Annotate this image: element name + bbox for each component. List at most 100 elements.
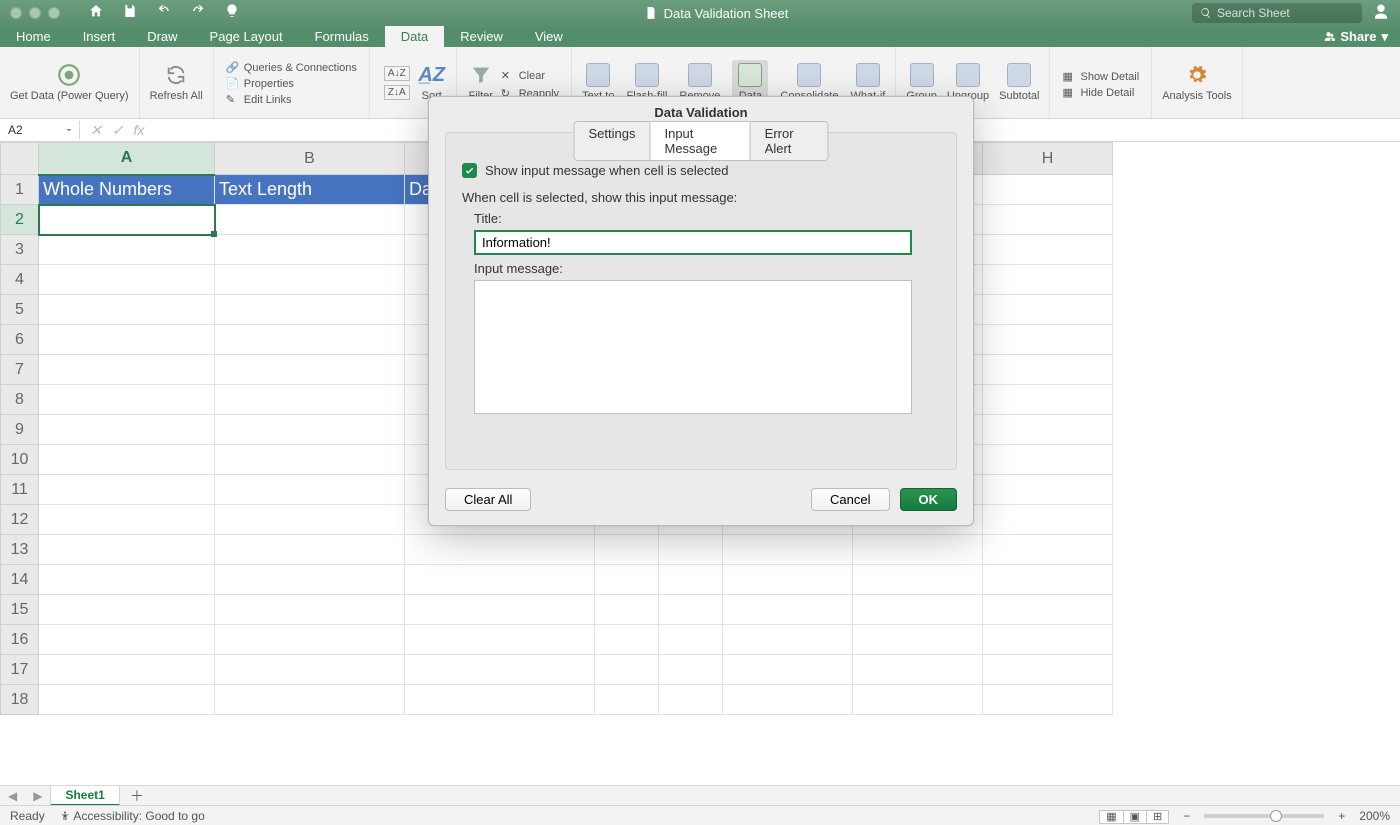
tab-data[interactable]: Data	[385, 26, 444, 47]
cell-B2[interactable]	[215, 205, 405, 235]
cell-F18[interactable]	[723, 685, 853, 715]
view-mode-buttons[interactable]: ▦▣⊞	[1100, 809, 1169, 823]
fx-icon[interactable]: fx	[133, 122, 144, 139]
cell-B8[interactable]	[215, 385, 405, 415]
undo-icon[interactable]	[156, 3, 172, 23]
cell-A11[interactable]	[39, 475, 215, 505]
zoom-in-button[interactable]: +	[1338, 809, 1345, 823]
save-icon[interactable]	[122, 3, 138, 23]
cell-E15[interactable]	[659, 595, 723, 625]
cell-A10[interactable]	[39, 445, 215, 475]
dialog-tab-error-alert[interactable]: Error Alert	[751, 122, 828, 160]
show-input-message-checkbox[interactable]	[462, 163, 477, 178]
clear-filter-button[interactable]: ✕Clear	[499, 68, 561, 84]
title-input[interactable]	[474, 230, 912, 255]
ok-button[interactable]: OK	[900, 488, 958, 511]
cell-A4[interactable]	[39, 265, 215, 295]
cell-B3[interactable]	[215, 235, 405, 265]
cell-H18[interactable]	[983, 685, 1113, 715]
cell-E18[interactable]	[659, 685, 723, 715]
cell-H14[interactable]	[983, 565, 1113, 595]
cell-B15[interactable]	[215, 595, 405, 625]
cell-B14[interactable]	[215, 565, 405, 595]
cell-A1[interactable]: Whole Numbers	[39, 175, 215, 205]
redo-icon[interactable]	[190, 3, 206, 23]
cell-B5[interactable]	[215, 295, 405, 325]
cell-D15[interactable]	[595, 595, 659, 625]
zoom-dot-icon[interactable]	[48, 7, 60, 19]
subtotal-button[interactable]: Subtotal	[999, 62, 1039, 102]
queries-connections-button[interactable]: 🔗Queries & Connections	[224, 60, 359, 76]
zoom-slider[interactable]	[1204, 814, 1324, 818]
cell-D18[interactable]	[595, 685, 659, 715]
show-detail-button[interactable]: ▦Show Detail	[1060, 69, 1141, 85]
hide-detail-button[interactable]: ▦Hide Detail	[1060, 85, 1136, 101]
cell-B18[interactable]	[215, 685, 405, 715]
cell-H8[interactable]	[983, 385, 1113, 415]
sort-za-icon[interactable]: Z↓A	[384, 85, 410, 100]
cell-B4[interactable]	[215, 265, 405, 295]
tab-review[interactable]: Review	[444, 26, 519, 47]
tab-formulas[interactable]: Formulas	[299, 26, 385, 47]
cell-G17[interactable]	[853, 655, 983, 685]
sheet-nav-next-icon[interactable]: ▶	[25, 789, 50, 803]
cell-B1[interactable]: Text Length	[215, 175, 405, 205]
cell-A12[interactable]	[39, 505, 215, 535]
cell-F13[interactable]	[723, 535, 853, 565]
cell-A6[interactable]	[39, 325, 215, 355]
cell-F15[interactable]	[723, 595, 853, 625]
cell-A5[interactable]	[39, 295, 215, 325]
cell-A8[interactable]	[39, 385, 215, 415]
cell-H4[interactable]	[983, 265, 1113, 295]
cell-G14[interactable]	[853, 565, 983, 595]
cell-D16[interactable]	[595, 625, 659, 655]
zoom-out-button[interactable]: −	[1183, 809, 1190, 823]
cell-H3[interactable]	[983, 235, 1113, 265]
tab-draw[interactable]: Draw	[131, 26, 193, 47]
cell-C14[interactable]	[405, 565, 595, 595]
cell-C13[interactable]	[405, 535, 595, 565]
cell-F17[interactable]	[723, 655, 853, 685]
cell-B16[interactable]	[215, 625, 405, 655]
cell-A17[interactable]	[39, 655, 215, 685]
cell-H17[interactable]	[983, 655, 1113, 685]
cell-A13[interactable]	[39, 535, 215, 565]
sort-az-icon[interactable]: A↓Z	[384, 66, 410, 81]
cell-B13[interactable]	[215, 535, 405, 565]
search-sheet-box[interactable]: Search Sheet	[1192, 3, 1362, 23]
cell-H5[interactable]	[983, 295, 1113, 325]
cell-E14[interactable]	[659, 565, 723, 595]
zoom-level[interactable]: 200%	[1359, 809, 1390, 823]
cell-A9[interactable]	[39, 415, 215, 445]
properties-button[interactable]: 📄Properties	[224, 76, 296, 92]
input-message-textarea[interactable]	[474, 280, 912, 414]
cell-G16[interactable]	[853, 625, 983, 655]
status-accessibility[interactable]: Accessibility: Good to go	[59, 809, 205, 823]
cell-G18[interactable]	[853, 685, 983, 715]
share-button[interactable]: Share ▾	[1310, 26, 1400, 47]
dialog-tab-settings[interactable]: Settings	[575, 122, 651, 160]
home-icon[interactable]	[88, 3, 104, 23]
cell-H15[interactable]	[983, 595, 1113, 625]
cell-H16[interactable]	[983, 625, 1113, 655]
cell-E13[interactable]	[659, 535, 723, 565]
name-box[interactable]: A2	[0, 121, 80, 139]
tab-insert[interactable]: Insert	[67, 26, 132, 47]
cell-E16[interactable]	[659, 625, 723, 655]
cell-B11[interactable]	[215, 475, 405, 505]
cell-H2[interactable]	[983, 205, 1113, 235]
get-data-button[interactable]: Get Data (Power Query)	[10, 62, 129, 102]
dialog-tab-input-message[interactable]: Input Message	[650, 122, 750, 160]
cell-D14[interactable]	[595, 565, 659, 595]
cell-A2[interactable]	[39, 205, 215, 235]
refresh-all-button[interactable]: Refresh All	[150, 62, 203, 102]
cell-D17[interactable]	[595, 655, 659, 685]
tab-home[interactable]: Home	[0, 26, 67, 47]
cell-A16[interactable]	[39, 625, 215, 655]
cell-H7[interactable]	[983, 355, 1113, 385]
cell-C17[interactable]	[405, 655, 595, 685]
user-icon[interactable]	[1372, 3, 1390, 24]
minimize-dot-icon[interactable]	[29, 7, 41, 19]
cell-B17[interactable]	[215, 655, 405, 685]
cell-G15[interactable]	[853, 595, 983, 625]
